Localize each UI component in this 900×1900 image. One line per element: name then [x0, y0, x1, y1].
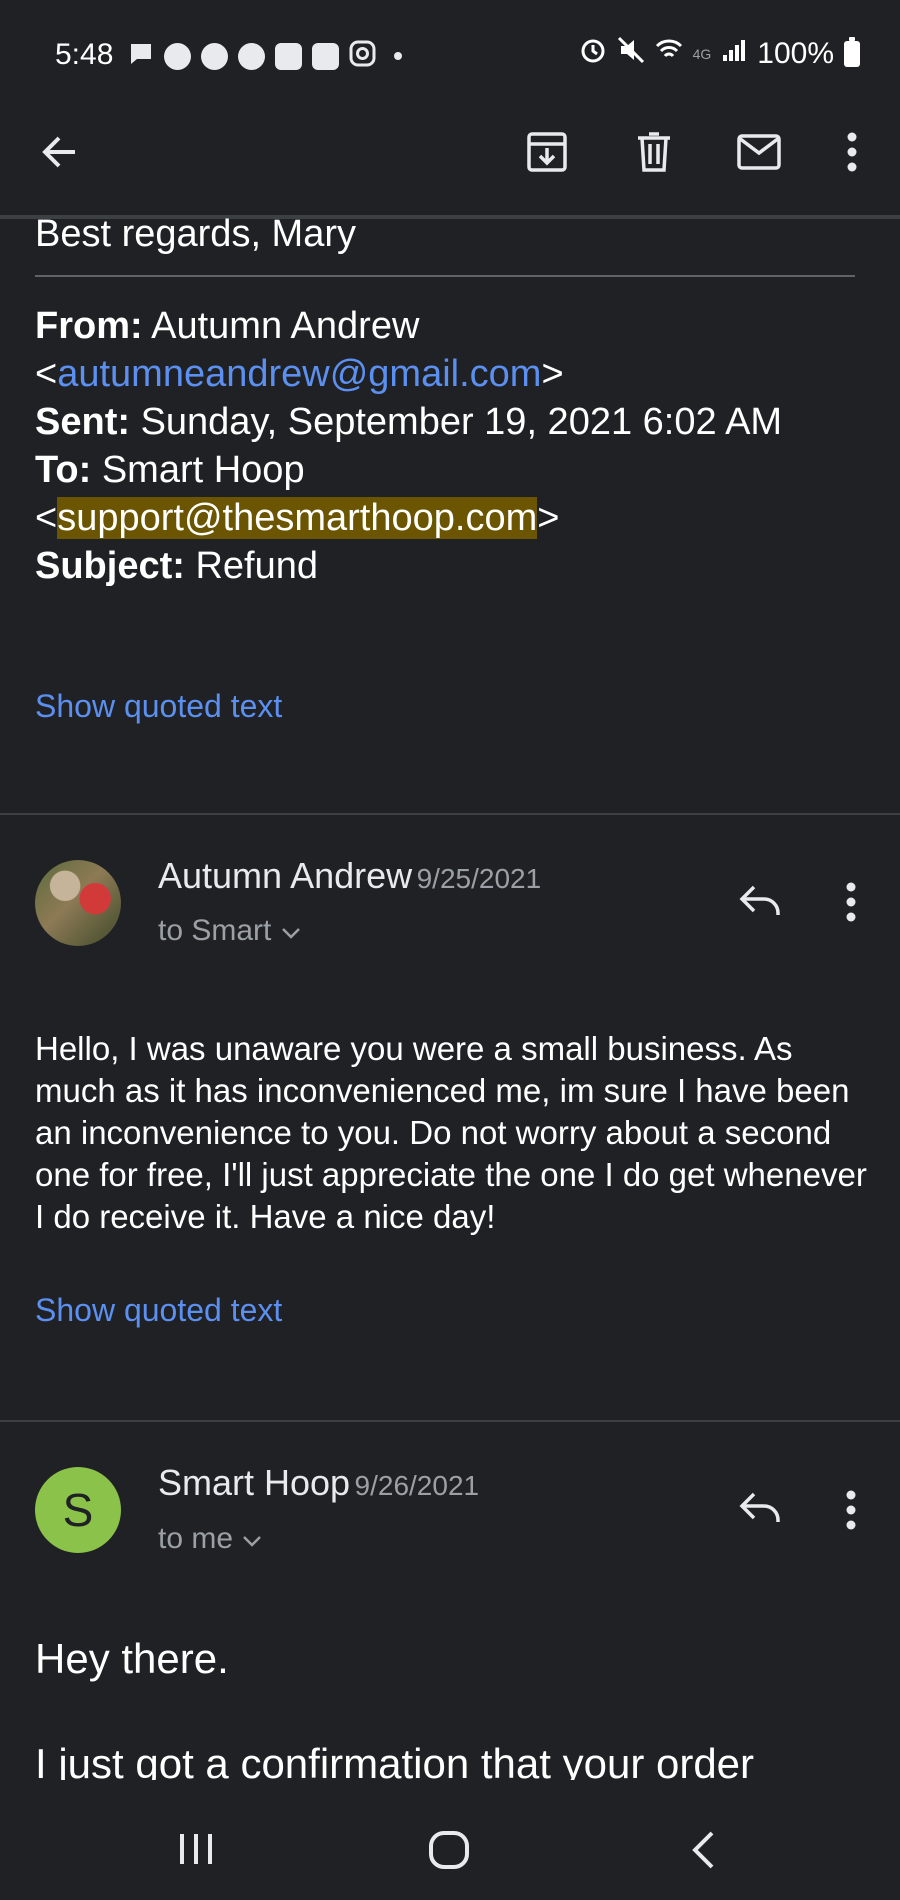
messenger-icon — [312, 42, 339, 70]
avatar[interactable] — [35, 860, 121, 946]
wifi-icon — [655, 36, 683, 72]
message-date: 9/26/2021 — [354, 1470, 480, 1501]
to-email-line: <support@thesmarthoop.com> — [35, 497, 560, 539]
subject-label: Subject: — [35, 545, 185, 587]
subject-line: Subject: Refund — [35, 542, 875, 590]
sender-name: Smart Hoop — [158, 1462, 351, 1503]
network-type: 4G — [692, 46, 712, 62]
message-header-2[interactable]: Smart Hoop 9/26/2021 — [158, 1462, 479, 1504]
battery-percent: 100% — [757, 37, 834, 70]
back-arrow-icon[interactable] — [35, 128, 83, 176]
delete-icon[interactable] — [630, 128, 678, 176]
signal-icon — [721, 37, 747, 71]
recipient-dropdown[interactable]: to me — [158, 1522, 263, 1556]
closing-text: Best regards, Mary — [35, 213, 356, 255]
recipient-dropdown[interactable]: to Smart — [158, 914, 302, 948]
chevron-down-icon — [280, 914, 302, 947]
more-vert-icon[interactable] — [845, 882, 857, 927]
instagram-icon — [349, 40, 376, 72]
from-email-link[interactable]: autumneandrew@gmail.com — [57, 353, 541, 395]
to-label: To: — [35, 449, 92, 491]
mark-unread-icon[interactable] — [735, 128, 783, 176]
battery-icon — [844, 37, 860, 67]
message-date: 9/25/2021 — [416, 863, 542, 894]
messenger-icon — [275, 42, 302, 70]
reply-icon[interactable] — [738, 1490, 782, 1529]
from-label: From: — [35, 305, 143, 347]
status-bar: 5:48 4G 100% — [0, 0, 900, 110]
quote-divider — [35, 275, 855, 277]
from-name: Autumn Andrew — [151, 305, 420, 347]
more-vert-icon[interactable] — [845, 1490, 857, 1535]
show-quoted-text-1[interactable]: Show quoted text — [35, 688, 282, 725]
archive-icon[interactable] — [523, 128, 571, 176]
recipient-label: to Smart — [158, 914, 272, 947]
message-separator — [0, 813, 900, 815]
home-icon[interactable] — [428, 1830, 470, 1875]
sent-label: Sent: — [35, 401, 130, 443]
recent-apps-icon[interactable] — [178, 1832, 214, 1871]
show-quoted-text-2[interactable]: Show quoted text — [35, 1292, 282, 1329]
reply-icon[interactable] — [738, 883, 782, 922]
dot-icon — [394, 52, 402, 60]
mute-icon — [617, 36, 645, 72]
message-body-line-1: Hey there. — [35, 1635, 229, 1682]
facebook-icon — [238, 42, 265, 70]
facebook-icon — [201, 42, 228, 70]
from-line: From: Autumn Andrew — [35, 302, 875, 350]
more-vert-icon[interactable] — [828, 128, 876, 176]
quoted-header: From: Autumn Andrew <autumneandrew@gmail… — [35, 302, 875, 590]
to-email-highlighted[interactable]: support@thesmarthoop.com — [57, 497, 538, 539]
sent-value: Sunday, September 19, 2021 6:02 AM — [140, 401, 783, 443]
notification-icons — [128, 40, 402, 72]
message-body: Hello, I was unaware you were a small bu… — [35, 1030, 867, 1235]
sent-line: Sent: Sunday, September 19, 2021 6:02 AM — [35, 398, 875, 446]
back-icon[interactable] — [690, 1830, 716, 1875]
to-name: Smart Hoop — [101, 449, 305, 491]
alarm-icon — [579, 36, 607, 72]
system-icons: 4G 100% — [579, 36, 860, 72]
sender-name: Autumn Andrew — [158, 855, 413, 896]
recipient-label: to me — [158, 1522, 234, 1555]
avatar[interactable]: S — [35, 1467, 121, 1553]
chevron-down-icon — [241, 1522, 263, 1555]
message-separator — [0, 1420, 900, 1422]
message-header-1[interactable]: Autumn Andrew 9/25/2021 — [158, 855, 541, 897]
to-line: To: Smart Hoop — [35, 446, 875, 494]
facebook-icon — [164, 42, 191, 70]
from-email-line: <autumneandrew@gmail.com> — [35, 353, 564, 395]
subject-value: Refund — [195, 545, 319, 587]
chat-icon — [128, 41, 154, 72]
status-time: 5:48 — [55, 38, 114, 71]
